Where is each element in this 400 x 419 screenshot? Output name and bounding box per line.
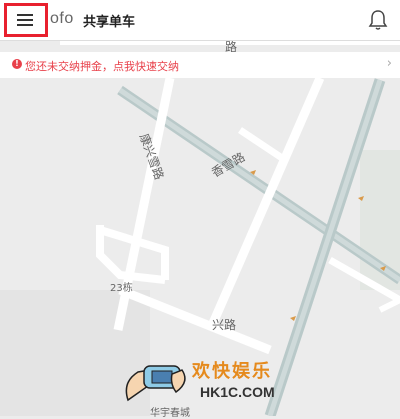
map-label-xing-road: 兴路: [212, 318, 237, 332]
page-title: 共享单车: [83, 15, 136, 30]
watermark-text: 欢快娱乐: [192, 361, 272, 382]
bell-icon[interactable]: [368, 9, 388, 31]
gamepad-hands-icon: [125, 365, 186, 402]
top-bar: ofo 共享单车: [0, 0, 400, 41]
deposit-notice-text: 您还未交纳押金，点我快速交纳: [25, 60, 179, 73]
menu-button[interactable]: [4, 3, 48, 37]
alert-icon: !: [12, 59, 22, 69]
deposit-notice-banner[interactable]: ! 您还未交纳押金，点我快速交纳 ›: [0, 52, 400, 78]
watermark-url: HK1C.COM: [200, 384, 275, 400]
brand-logo: ofo: [50, 10, 74, 27]
map-label-building-23: 23栋: [110, 283, 133, 294]
watermark: 欢快娱乐 HK1C.COM: [120, 352, 290, 412]
chevron-right-icon: ›: [386, 56, 392, 71]
